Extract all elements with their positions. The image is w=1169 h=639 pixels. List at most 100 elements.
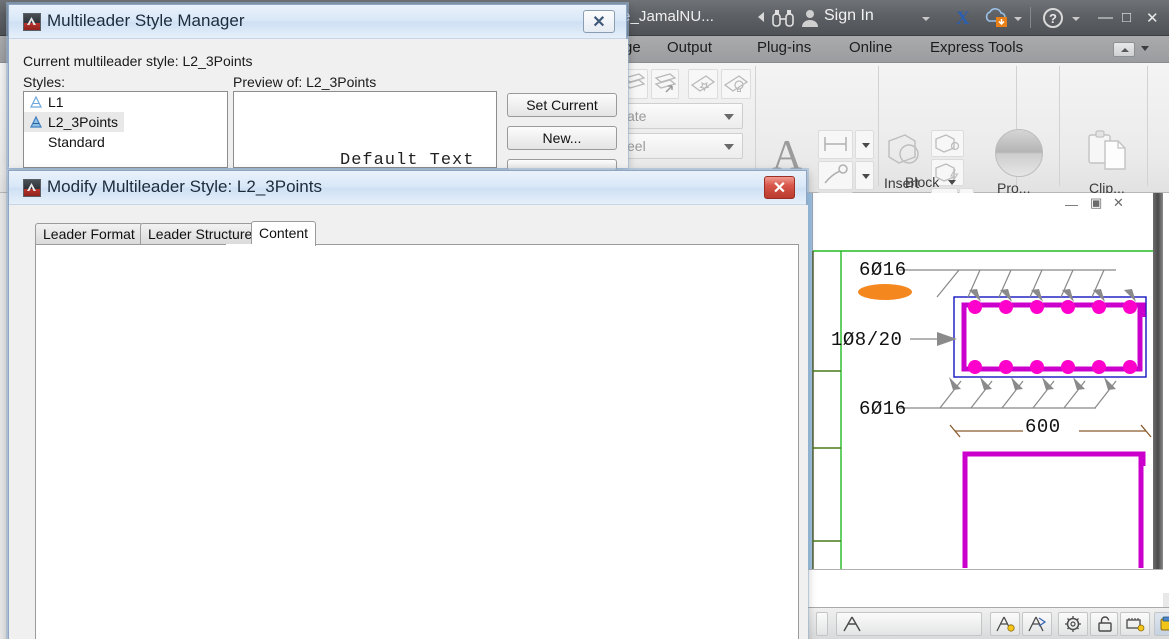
auto-scale-icon bbox=[1028, 616, 1047, 632]
autodesk-360-lock-icon[interactable] bbox=[985, 7, 1008, 28]
status-model-toggle[interactable] bbox=[816, 612, 828, 636]
panel-divider bbox=[1147, 66, 1148, 186]
annotation-width-dimension: 600 bbox=[1025, 416, 1061, 438]
command-line[interactable] bbox=[806, 569, 1163, 607]
tab-content[interactable]: Content bbox=[251, 221, 317, 246]
properties-palette-icon[interactable] bbox=[995, 129, 1043, 177]
annotate-layer-dropdown-label: ate bbox=[627, 108, 647, 124]
workspace-gear-icon bbox=[1065, 616, 1081, 632]
wheel-layer-dropdown-label: eel bbox=[627, 138, 646, 154]
annotation-top-bars: 6Ø16 bbox=[859, 259, 907, 281]
viewport-close-icon[interactable]: ✕ bbox=[1113, 195, 1124, 211]
modify-dialog-close-button[interactable]: ✕ bbox=[764, 176, 795, 199]
search-binoculars-icon[interactable] bbox=[772, 9, 794, 27]
style-manager-preview-text: Default Text bbox=[340, 151, 475, 168]
layer-new-icon[interactable] bbox=[688, 69, 718, 99]
panel-divider bbox=[755, 66, 756, 186]
close-icon: ✕ bbox=[772, 179, 787, 197]
help-icon[interactable]: ? bbox=[1043, 8, 1063, 28]
new-style-button[interactable]: New... bbox=[507, 126, 617, 150]
modify-dialog-title-bar: Modify Multileader Style: L2_3Points ✕ bbox=[9, 171, 806, 205]
help-caret-icon[interactable] bbox=[1072, 17, 1080, 21]
autocad-app-icon bbox=[23, 179, 41, 197]
sign-in-caret-icon[interactable] bbox=[922, 17, 930, 21]
annotation-stirrups: 1Ø8/20 bbox=[831, 329, 902, 351]
autocad-app-icon bbox=[23, 13, 41, 31]
insert-block-icon[interactable] bbox=[884, 130, 928, 178]
chevron-down-icon bbox=[862, 143, 870, 148]
styles-list-label: Styles: bbox=[23, 74, 66, 90]
annotate-layer-dropdown[interactable]: ate bbox=[620, 103, 743, 129]
user-icon[interactable] bbox=[800, 8, 820, 28]
panel-label-block: Block bbox=[905, 174, 940, 190]
canvas-right-margin bbox=[1163, 193, 1169, 593]
style-manager-title-bar: Multileader Style Manager ✕ bbox=[9, 5, 626, 39]
ribbon-tab-online[interactable]: Online bbox=[849, 39, 892, 56]
ribbon-minimize-caret-icon[interactable] bbox=[1141, 46, 1149, 51]
isolate-objects-icon bbox=[1160, 616, 1169, 631]
hardware-accel-icon bbox=[1126, 618, 1145, 632]
chevron-down-icon bbox=[724, 114, 734, 120]
style-item-label: L1 bbox=[48, 94, 64, 110]
linear-dimension-icon[interactable] bbox=[818, 130, 853, 159]
style-item-label: Standard bbox=[48, 134, 105, 150]
list-item[interactable]: L2_3Points bbox=[24, 112, 227, 132]
tab-leader-format[interactable]: Leader Format bbox=[35, 223, 143, 245]
block-editor-icon[interactable] bbox=[931, 130, 964, 157]
window-close-button[interactable]: ✕ bbox=[1146, 9, 1159, 27]
content-tab-panel bbox=[35, 244, 799, 639]
annotation-scale-icon bbox=[843, 616, 861, 632]
window-maximize-button[interactable]: □ bbox=[1122, 9, 1131, 26]
set-current-button[interactable]: Set Current bbox=[507, 93, 617, 117]
layer-merge-icon[interactable] bbox=[651, 69, 679, 99]
panel-divider bbox=[878, 66, 879, 186]
close-icon: ✕ bbox=[592, 13, 606, 31]
style-item-l2-3points[interactable]: L2_3Points bbox=[24, 112, 125, 132]
ribbon-tab-output[interactable]: Output bbox=[667, 39, 712, 56]
styles-list[interactable]: L1 L2_3Points Standard bbox=[23, 91, 228, 168]
active-tab-seam bbox=[226, 244, 289, 246]
viewport-minimize-icon[interactable]: — bbox=[1065, 197, 1078, 212]
style-manager-body: Current multileader style: L2_3Points St… bbox=[9, 39, 628, 171]
drawing-canvas[interactable]: — ▣ ✕ 6Ø16 1Ø8/20 6Ø16 600 bbox=[812, 193, 1154, 593]
preview-label: Preview of: L2_3Points bbox=[233, 74, 377, 90]
annotation-visibility-icon bbox=[996, 616, 1015, 632]
ribbon-tab-plugins[interactable]: Plug-ins bbox=[757, 39, 811, 56]
multileader-style-manager-dialog: Multileader Style Manager ✕ Current mult… bbox=[8, 4, 628, 171]
document-title: e_JamalNU... bbox=[622, 8, 715, 25]
dimension-dropdown-arrow[interactable] bbox=[855, 130, 874, 159]
autodesk-exchange-icon[interactable]: X bbox=[956, 8, 970, 30]
beam-section-drawing: 6Ø16 1Ø8/20 6Ø16 600 bbox=[812, 250, 1154, 593]
status-bar: 1'-0" = 1'-0" bbox=[806, 607, 1169, 639]
chevron-down-icon bbox=[724, 144, 734, 150]
ribbon-tab-express-tools[interactable]: Express Tools bbox=[930, 39, 1023, 56]
style-manager-close-button[interactable]: ✕ bbox=[583, 10, 615, 33]
viewport-restore-icon[interactable]: ▣ bbox=[1090, 195, 1102, 211]
leader-tool-icon[interactable] bbox=[818, 161, 853, 190]
panel-divider bbox=[1059, 66, 1060, 186]
window-minimize-button[interactable]: — bbox=[1098, 9, 1113, 26]
leader-dropdown-arrow[interactable] bbox=[855, 161, 874, 190]
clipboard-icon[interactable] bbox=[1085, 129, 1129, 179]
modify-dialog-body: Leader Format Leader Structure Content M… bbox=[9, 205, 808, 639]
tab-leader-structure[interactable]: Leader Structure bbox=[140, 223, 261, 245]
modify-multileader-style-dialog: Modify Multileader Style: L2_3Points ✕ L… bbox=[8, 170, 808, 639]
wheel-layer-dropdown[interactable]: eel bbox=[620, 133, 743, 159]
sign-in-button[interactable]: Sign In bbox=[824, 7, 874, 25]
list-item[interactable]: L1 bbox=[24, 92, 227, 112]
titlebar-divider bbox=[1030, 7, 1031, 28]
style-item-label: L2_3Points bbox=[48, 114, 119, 130]
autodesk-360-caret-icon[interactable] bbox=[1014, 17, 1022, 21]
chevron-down-icon bbox=[862, 174, 870, 179]
canvas-vertical-scrollbar[interactable] bbox=[1153, 193, 1163, 593]
ribbon-minimize-button[interactable] bbox=[1113, 42, 1135, 57]
modify-dialog-title: Modify Multileader Style: L2_3Points bbox=[47, 177, 322, 196]
style-item-standard[interactable]: Standard bbox=[24, 132, 227, 152]
style-item-l1[interactable]: L1 bbox=[24, 92, 227, 112]
block-panel-caret-icon[interactable] bbox=[948, 180, 956, 185]
annotation-bottom-bars: 6Ø16 bbox=[859, 398, 907, 420]
title-left-arrow-icon[interactable] bbox=[758, 12, 764, 22]
list-item[interactable]: Standard bbox=[24, 132, 227, 152]
current-style-label: Current multileader style: L2_3Points bbox=[23, 53, 253, 69]
layer-off-icon[interactable] bbox=[721, 69, 751, 99]
